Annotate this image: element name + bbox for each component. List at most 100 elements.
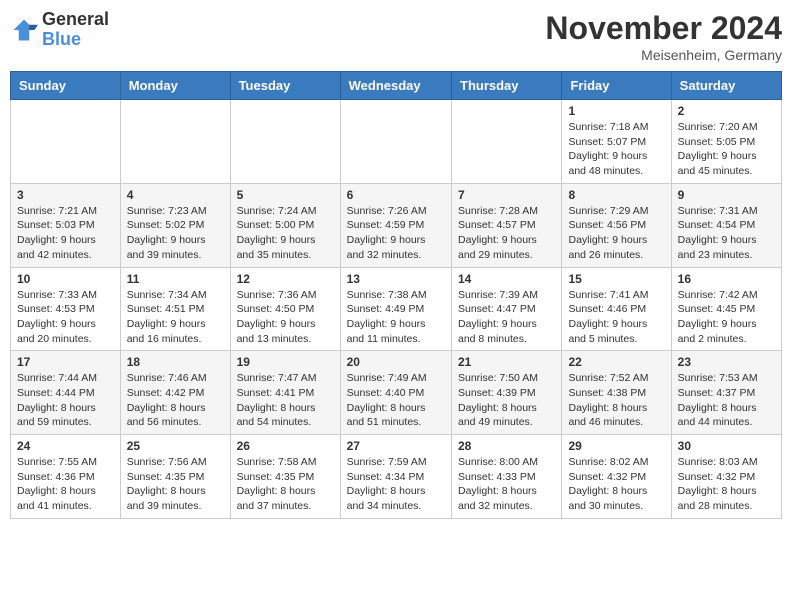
header-day-sunday: Sunday: [11, 72, 121, 100]
calendar-cell: 5 Sunrise: 7:24 AM Sunset: 5:00 PM Daylig…: [230, 183, 340, 267]
day-number: 25: [127, 439, 224, 453]
day-number: 18: [127, 355, 224, 369]
day-info: Sunrise: 8:00 AM Sunset: 4:33 PM Dayligh…: [458, 455, 555, 514]
day-info: Sunrise: 7:58 AM Sunset: 4:35 PM Dayligh…: [237, 455, 334, 514]
week-row-2: 3 Sunrise: 7:21 AM Sunset: 5:03 PM Daylig…: [11, 183, 782, 267]
day-number: 28: [458, 439, 555, 453]
calendar-cell: 23Sunrise: 7:53 AM Sunset: 4:37 PM Dayli…: [671, 351, 781, 435]
day-info: Sunrise: 7:56 AM Sunset: 4:35 PM Dayligh…: [127, 455, 224, 514]
calendar-cell: 11Sunrise: 7:34 AM Sunset: 4:51 PM Dayli…: [120, 267, 230, 351]
calendar-body: 1 Sunrise: 7:18 AM Sunset: 5:07 PM Daylig…: [11, 100, 782, 519]
day-info: Sunrise: 8:03 AM Sunset: 4:32 PM Dayligh…: [678, 455, 775, 514]
calendar-cell: 21Sunrise: 7:50 AM Sunset: 4:39 PM Dayli…: [452, 351, 562, 435]
day-info: Sunrise: 7:41 AM Sunset: 4:46 PM Dayligh…: [568, 288, 664, 347]
day-number: 3: [17, 188, 114, 202]
day-number: 27: [347, 439, 445, 453]
calendar-cell: 2Sunrise: 7:20 AM Sunset: 5:05 PM Daylig…: [671, 100, 781, 184]
day-number: 29: [568, 439, 664, 453]
day-info: Sunrise: 7:34 AM Sunset: 4:51 PM Dayligh…: [127, 288, 224, 347]
logo-icon: [10, 16, 38, 44]
day-info: Sunrise: 7:47 AM Sunset: 4:41 PM Dayligh…: [237, 371, 334, 430]
calendar-cell: 1 Sunrise: 7:18 AM Sunset: 5:07 PM Daylig…: [562, 100, 671, 184]
day-number: 5: [237, 188, 334, 202]
calendar-cell: 29 Sunrise: 8:02 AM Sunset: 4:32 PM Dayli…: [562, 435, 671, 519]
day-number: 20: [347, 355, 445, 369]
day-info: Sunrise: 7:42 AM Sunset: 4:45 PM Dayligh…: [678, 288, 775, 347]
day-info: Sunrise: 7:52 AM Sunset: 4:38 PM Dayligh…: [568, 371, 664, 430]
calendar-cell: 25 Sunrise: 7:56 AM Sunset: 4:35 PM Dayli…: [120, 435, 230, 519]
day-info: Sunrise: 7:24 AM Sunset: 5:00 PM Dayligh…: [237, 204, 334, 263]
day-number: 7: [458, 188, 555, 202]
day-number: 8: [568, 188, 664, 202]
logo-text: General Blue: [42, 10, 109, 50]
day-info: Sunrise: 7:53 AM Sunset: 4:37 PM Dayligh…: [678, 371, 775, 430]
week-row-3: 10Sunrise: 7:33 AM Sunset: 4:53 PM Dayli…: [11, 267, 782, 351]
calendar-cell: 19Sunrise: 7:47 AM Sunset: 4:41 PM Dayli…: [230, 351, 340, 435]
calendar-cell: 3 Sunrise: 7:21 AM Sunset: 5:03 PM Daylig…: [11, 183, 121, 267]
header-day-friday: Friday: [562, 72, 671, 100]
day-number: 24: [17, 439, 114, 453]
day-info: Sunrise: 7:29 AM Sunset: 4:56 PM Dayligh…: [568, 204, 664, 263]
day-info: Sunrise: 7:18 AM Sunset: 5:07 PM Dayligh…: [568, 120, 664, 179]
day-info: Sunrise: 7:50 AM Sunset: 4:39 PM Dayligh…: [458, 371, 555, 430]
calendar-cell: 10Sunrise: 7:33 AM Sunset: 4:53 PM Dayli…: [11, 267, 121, 351]
week-row-4: 17Sunrise: 7:44 AM Sunset: 4:44 PM Dayli…: [11, 351, 782, 435]
day-number: 14: [458, 272, 555, 286]
calendar-cell: 27 Sunrise: 7:59 AM Sunset: 4:34 PM Dayli…: [340, 435, 451, 519]
week-row-5: 24 Sunrise: 7:55 AM Sunset: 4:36 PM Dayli…: [11, 435, 782, 519]
calendar-cell: 17Sunrise: 7:44 AM Sunset: 4:44 PM Dayli…: [11, 351, 121, 435]
day-info: Sunrise: 7:39 AM Sunset: 4:47 PM Dayligh…: [458, 288, 555, 347]
day-info: Sunrise: 7:55 AM Sunset: 4:36 PM Dayligh…: [17, 455, 114, 514]
calendar-cell: 14 Sunrise: 7:39 AM Sunset: 4:47 PM Dayli…: [452, 267, 562, 351]
day-info: Sunrise: 7:23 AM Sunset: 5:02 PM Dayligh…: [127, 204, 224, 263]
day-number: 6: [347, 188, 445, 202]
header-day-wednesday: Wednesday: [340, 72, 451, 100]
header-day-monday: Monday: [120, 72, 230, 100]
day-number: 16: [678, 272, 775, 286]
day-info: Sunrise: 8:02 AM Sunset: 4:32 PM Dayligh…: [568, 455, 664, 514]
logo-general: General: [42, 10, 109, 30]
header-day-thursday: Thursday: [452, 72, 562, 100]
day-number: 26: [237, 439, 334, 453]
calendar-cell: [11, 100, 121, 184]
title-area: November 2024 Meisenheim, Germany: [545, 10, 782, 63]
day-number: 30: [678, 439, 775, 453]
day-number: 22: [568, 355, 664, 369]
calendar-cell: 16 Sunrise: 7:42 AM Sunset: 4:45 PM Dayli…: [671, 267, 781, 351]
calendar: SundayMondayTuesdayWednesdayThursdayFrid…: [10, 71, 782, 519]
calendar-cell: 18 Sunrise: 7:46 AM Sunset: 4:42 PM Dayli…: [120, 351, 230, 435]
day-info: Sunrise: 7:59 AM Sunset: 4:34 PM Dayligh…: [347, 455, 445, 514]
day-info: Sunrise: 7:36 AM Sunset: 4:50 PM Dayligh…: [237, 288, 334, 347]
calendar-cell: [340, 100, 451, 184]
day-number: 2: [678, 104, 775, 118]
header-day-tuesday: Tuesday: [230, 72, 340, 100]
day-info: Sunrise: 7:21 AM Sunset: 5:03 PM Dayligh…: [17, 204, 114, 263]
header-row: SundayMondayTuesdayWednesdayThursdayFrid…: [11, 72, 782, 100]
calendar-header: SundayMondayTuesdayWednesdayThursdayFrid…: [11, 72, 782, 100]
calendar-cell: [230, 100, 340, 184]
calendar-cell: [452, 100, 562, 184]
calendar-cell: 4 Sunrise: 7:23 AM Sunset: 5:02 PM Daylig…: [120, 183, 230, 267]
location: Meisenheim, Germany: [545, 47, 782, 63]
day-info: Sunrise: 7:44 AM Sunset: 4:44 PM Dayligh…: [17, 371, 114, 430]
day-info: Sunrise: 7:33 AM Sunset: 4:53 PM Dayligh…: [17, 288, 114, 347]
calendar-cell: 30 Sunrise: 8:03 AM Sunset: 4:32 PM Dayli…: [671, 435, 781, 519]
day-info: Sunrise: 7:26 AM Sunset: 4:59 PM Dayligh…: [347, 204, 445, 263]
day-number: 12: [237, 272, 334, 286]
day-number: 1: [568, 104, 664, 118]
day-info: Sunrise: 7:38 AM Sunset: 4:49 PM Dayligh…: [347, 288, 445, 347]
day-number: 4: [127, 188, 224, 202]
calendar-cell: 26 Sunrise: 7:58 AM Sunset: 4:35 PM Dayli…: [230, 435, 340, 519]
calendar-cell: 7Sunrise: 7:28 AM Sunset: 4:57 PM Daylig…: [452, 183, 562, 267]
day-number: 15: [568, 272, 664, 286]
day-info: Sunrise: 7:31 AM Sunset: 4:54 PM Dayligh…: [678, 204, 775, 263]
header-day-saturday: Saturday: [671, 72, 781, 100]
calendar-cell: [120, 100, 230, 184]
calendar-cell: 20 Sunrise: 7:49 AM Sunset: 4:40 PM Dayli…: [340, 351, 451, 435]
header: General Blue November 2024 Meisenheim, G…: [10, 10, 782, 63]
day-info: Sunrise: 7:46 AM Sunset: 4:42 PM Dayligh…: [127, 371, 224, 430]
calendar-cell: 12 Sunrise: 7:36 AM Sunset: 4:50 PM Dayli…: [230, 267, 340, 351]
day-info: Sunrise: 7:49 AM Sunset: 4:40 PM Dayligh…: [347, 371, 445, 430]
calendar-cell: 9Sunrise: 7:31 AM Sunset: 4:54 PM Daylig…: [671, 183, 781, 267]
calendar-cell: 28 Sunrise: 8:00 AM Sunset: 4:33 PM Dayli…: [452, 435, 562, 519]
